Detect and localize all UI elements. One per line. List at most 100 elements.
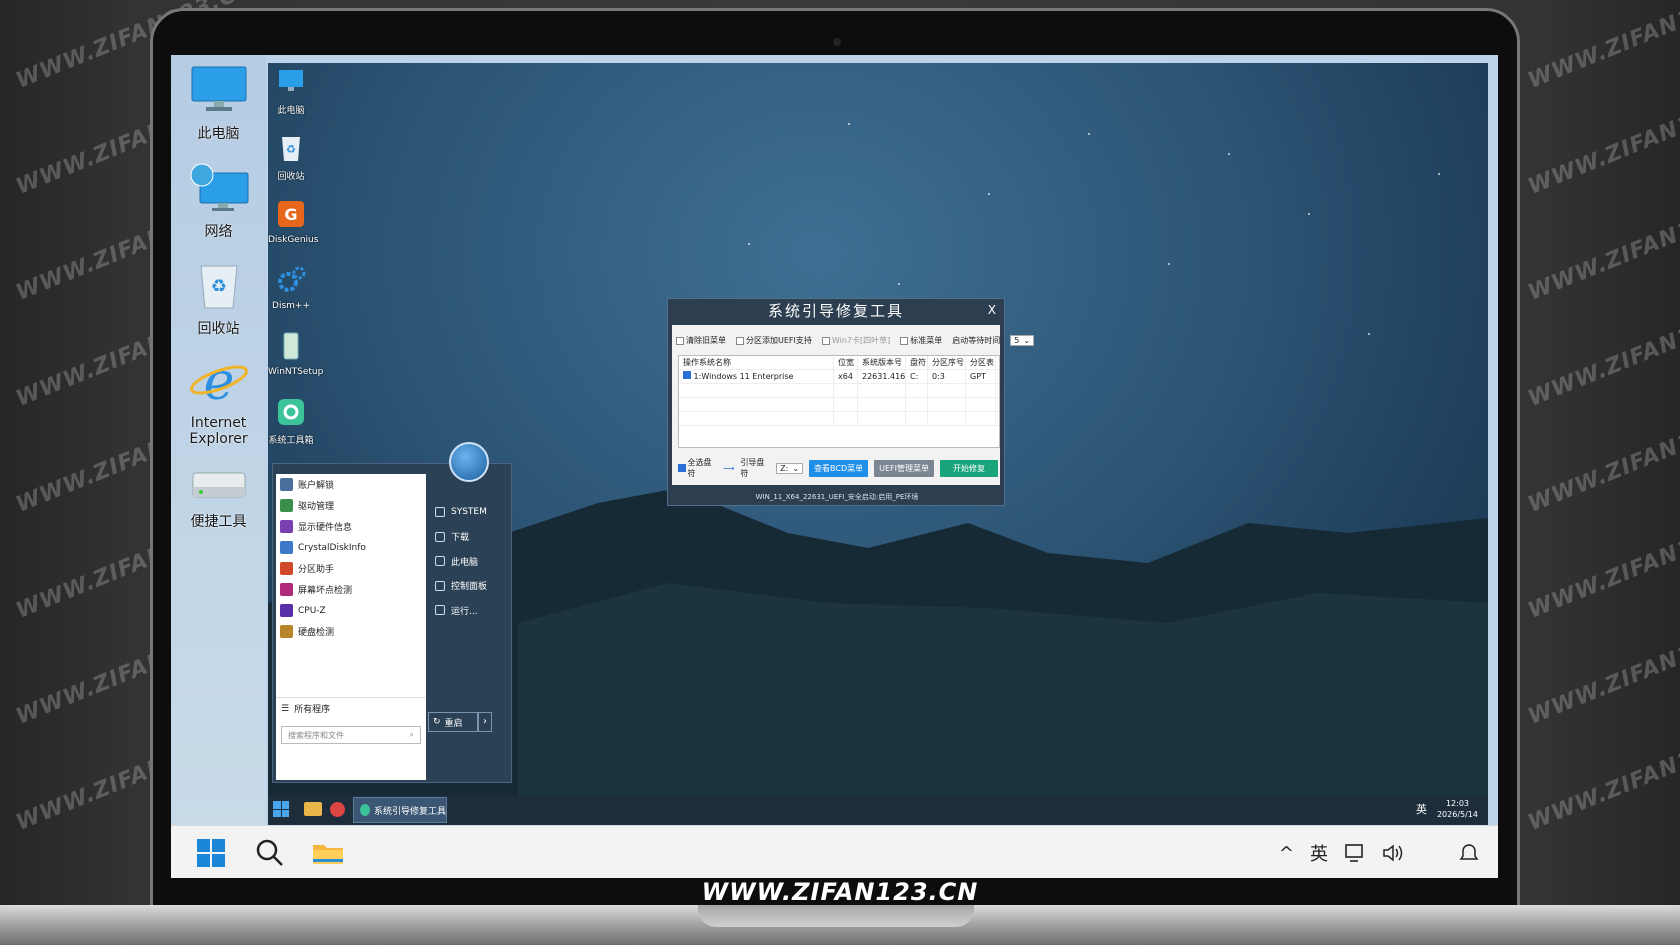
pe-icon-label: Dism++ <box>272 301 310 311</box>
ime-indicator[interactable]: 英 <box>1416 801 1427 817</box>
start-item-label: 分区助手 <box>298 565 335 575</box>
version-cell: 22631.4169 <box>858 369 906 384</box>
checkbox[interactable] <box>678 464 686 472</box>
option-standard-menu[interactable]: 标准菜单 <box>900 335 942 346</box>
pe-icon-dism[interactable]: Dism++ <box>268 265 314 311</box>
chevron-up-icon[interactable]: ^ <box>1279 843 1294 864</box>
place-system[interactable]: SYSTEM <box>431 500 511 525</box>
row-checkbox[interactable] <box>683 370 691 379</box>
uefi-menu-button[interactable]: UEFI管理菜单 <box>874 459 934 477</box>
checkbox[interactable] <box>900 336 909 345</box>
folder-icon[interactable] <box>304 802 322 816</box>
start-menu: 账户解锁 驱动管理 显示硬件信息 CrystalDiskInfo 分区助手 屏幕… <box>272 442 512 783</box>
app-icon <box>280 478 293 491</box>
host-icon-tools[interactable]: 便捷工具 <box>171 467 266 531</box>
pe-icon-this-pc[interactable]: 此电脑 <box>268 67 314 116</box>
search-icon: ⌕ <box>409 730 414 739</box>
taskbar-app-boot-repair[interactable]: 系统引导修复工具 <box>353 797 447 823</box>
windows-start-button[interactable] <box>197 839 225 867</box>
app-icon <box>360 804 370 816</box>
checkbox[interactable] <box>736 336 744 345</box>
start-item-driver-manager[interactable]: 驱动管理 <box>276 495 426 516</box>
partition-table-cell: GPT <box>966 369 996 384</box>
start-item-disk-check[interactable]: 硬盘检测 <box>276 621 426 642</box>
action-row: 全选盘符 ⟶ 引导盘符 Z: ⌄ 查看BCD菜单 UEFI管理菜单 开始修复 <box>678 457 998 479</box>
clock[interactable]: 12:03 2026/5/14 <box>1437 798 1478 820</box>
start-item-partition-assistant[interactable]: 分区助手 <box>276 558 426 579</box>
tool-icon[interactable] <box>330 802 345 817</box>
place-run[interactable]: 运行... <box>431 598 511 623</box>
start-search-input[interactable]: 搜索程序和文件 ⌕ <box>281 726 421 744</box>
dialog-title-bar: 系统引导修复工具 X <box>668 299 1004 323</box>
clock-date: 2026/5/14 <box>1436 810 1478 819</box>
table-header: 操作系统名称 位宽 系统版本号 盘符 分区序号 分区表 <box>679 355 999 370</box>
host-icon-label: 此电脑 <box>197 126 240 142</box>
pe-icon-recycle-bin[interactable]: ♻ 回收站 <box>268 133 314 182</box>
host-icon-recycle-bin[interactable]: ♻ 回收站 <box>171 260 266 338</box>
restart-label: 重启 <box>444 718 463 729</box>
pe-icon-label: 此电脑 <box>277 106 305 116</box>
table-row[interactable]: 1:Windows 11 Enterprise x64 22631.4169 C… <box>679 369 999 384</box>
start-item-dead-pixel[interactable]: 屏幕坏点检测 <box>276 579 426 600</box>
table-row-empty <box>679 397 999 412</box>
start-item-cpuz[interactable]: CPU-Z <box>276 600 426 621</box>
restart-button[interactable]: ↻ 重启 <box>428 712 478 732</box>
boot-drive-select[interactable]: Z: ⌄ <box>776 462 804 474</box>
option-label: Win7卡[四叶草] <box>831 336 891 345</box>
column-header: 操作系统名称 <box>679 355 834 370</box>
column-header: 分区表 <box>966 355 996 370</box>
user-avatar[interactable] <box>449 442 489 482</box>
host-icon-network[interactable]: 网络 <box>171 163 266 241</box>
option-uefi-support[interactable]: 分区添加UEFI支持 <box>736 335 812 346</box>
app-icon <box>280 604 293 617</box>
app-icon <box>280 562 293 575</box>
start-item-hardware-info[interactable]: 显示硬件信息 <box>276 516 426 537</box>
dism-icon <box>278 266 306 292</box>
drive-cell: C: <box>906 369 928 384</box>
place-downloads[interactable]: 下载 <box>431 525 511 550</box>
drive-icon <box>192 472 245 498</box>
select-all-drives[interactable]: 全选盘符 <box>678 457 717 479</box>
ie-icon: e <box>189 352 248 412</box>
option-clear-old-menu[interactable]: 清除旧菜单 <box>676 335 726 346</box>
pe-icon-winntsetup[interactable]: WinNTSetup <box>268 331 323 377</box>
volume-icon[interactable] <box>1382 843 1404 863</box>
file-explorer-icon[interactable] <box>312 841 344 865</box>
option-win7-card: Win7卡[四叶草] <box>821 335 891 346</box>
start-repair-button[interactable]: 开始修复 <box>940 459 998 477</box>
pe-tray: 英 12:03 2026/5/14 <box>1416 798 1478 820</box>
network-icon[interactable] <box>1344 843 1366 863</box>
network-icon <box>190 163 248 211</box>
power-options-button[interactable]: › <box>478 712 492 732</box>
start-item-label: 硬盘检测 <box>298 628 335 638</box>
host-icon-label: 便捷工具 <box>190 514 247 530</box>
taskbar-app-label: 系统引导修复工具 <box>373 806 446 817</box>
ime-indicator[interactable]: 英 <box>1310 840 1328 866</box>
place-this-pc[interactable]: 此电脑 <box>431 549 511 574</box>
place-control-panel[interactable]: 控制面板 <box>431 574 511 599</box>
all-programs[interactable]: ☰ 所有程序 <box>276 697 426 719</box>
os-table: 操作系统名称 位宽 系统版本号 盘符 分区序号 分区表 1:Windows 11… <box>678 355 1000 448</box>
place-label: 此电脑 <box>451 557 479 568</box>
start-item-label: CPU-Z <box>298 605 326 616</box>
host-icon-ie[interactable]: e Internet Explorer <box>171 352 266 447</box>
pe-desktop: 此电脑 ♻ 回收站 G DiskGenius Dism++ WinNTSetup… <box>268 63 1488 825</box>
host-taskbar: ^ 英 <box>171 825 1498 878</box>
pe-icon-toolbox[interactable]: 系统工具箱 <box>268 397 314 446</box>
checkbox[interactable] <box>676 336 684 345</box>
column-header: 位宽 <box>834 355 858 370</box>
view-bcd-button[interactable]: 查看BCD菜单 <box>809 459 869 477</box>
start-item-account-unlock[interactable]: 账户解锁 <box>276 474 426 495</box>
start-menu-programs: 账户解锁 驱动管理 显示硬件信息 CrystalDiskInfo 分区助手 屏幕… <box>276 474 426 780</box>
notification-icon[interactable] <box>1458 843 1480 863</box>
list-icon: ☰ <box>281 703 290 714</box>
start-item-crystaldiskinfo[interactable]: CrystalDiskInfo <box>276 537 426 558</box>
search-icon[interactable] <box>255 838 285 868</box>
close-button[interactable]: X <box>988 299 998 321</box>
host-icon-this-pc[interactable]: 此电脑 <box>171 65 266 143</box>
pe-start-button[interactable] <box>273 801 289 817</box>
app-icon <box>280 583 293 596</box>
pe-icon-diskgenius[interactable]: G DiskGenius <box>268 199 318 245</box>
wait-time-select[interactable]: 5 ⌄ <box>1010 335 1035 346</box>
status-bar: WIN_11_X64_22631_UEFI_安全启动:启用_PE环境 <box>755 493 919 501</box>
